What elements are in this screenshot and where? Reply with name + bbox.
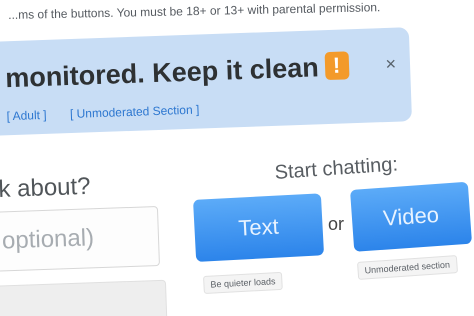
terms-notice: ...ms of the buttons. You must be 18+ or… bbox=[8, 0, 381, 22]
monitoring-banner: monitored. Keep it clean! × [ Adult ] [ … bbox=[0, 27, 413, 136]
text-chat-button[interactable]: Text bbox=[193, 193, 325, 262]
start-chatting-label: Start chatting: bbox=[274, 153, 399, 184]
close-icon[interactable]: × bbox=[385, 54, 396, 75]
interests-question: k about? bbox=[0, 172, 91, 203]
banner-title: monitored. Keep it clean! bbox=[4, 51, 350, 94]
interests-input[interactable] bbox=[0, 205, 160, 272]
warning-icon: ! bbox=[324, 51, 350, 81]
unmoderated-section-link[interactable]: [ Unmoderated Section ] bbox=[70, 103, 200, 122]
adult-link[interactable]: [ Adult ] bbox=[6, 108, 46, 123]
page: ...ms of the buttons. You must be 18+ or… bbox=[0, 0, 474, 316]
video-button-caption[interactable]: Unmoderated section bbox=[357, 255, 458, 280]
banner-links: [ Adult ] [ Unmoderated Section ] bbox=[6, 102, 219, 124]
secondary-field[interactable] bbox=[0, 279, 168, 316]
or-separator: or bbox=[328, 214, 345, 234]
text-button-caption: Be quieter loads bbox=[203, 271, 283, 294]
video-chat-button[interactable]: Video bbox=[350, 181, 473, 252]
banner-title-text: monitored. Keep it clean bbox=[4, 52, 320, 94]
